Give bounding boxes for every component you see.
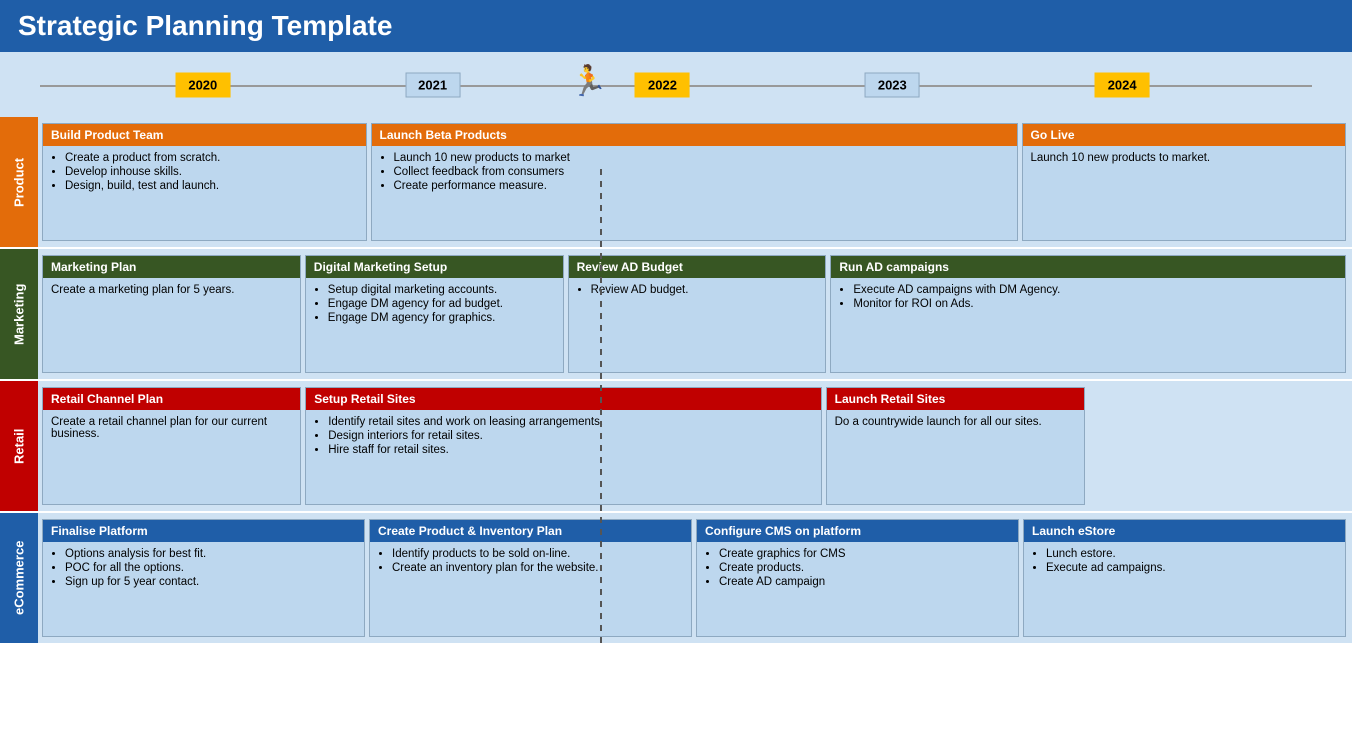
year-2021: 2021 [405,72,460,97]
card-header-setup-retail-sites: Setup Retail Sites [306,388,820,410]
content-area: Product Build Product Team Create a prod… [0,117,1352,645]
list-item: Develop inhouse skills. [65,166,358,178]
row-product: Product Build Product Team Create a prod… [0,117,1352,249]
card-header-configure-cms: Configure CMS on platform [697,520,1018,542]
card-body-launch-estore: Lunch estore. Execute ad campaigns. [1024,542,1345,636]
card-body-digital-marketing-setup: Setup digital marketing accounts. Engage… [306,278,563,372]
list-item: Collect feedback from consumers [394,166,1009,178]
list-item: Create graphics for CMS [719,548,1010,560]
list-item: Review AD budget. [591,284,818,296]
ecommerce-content: Finalise Platform Options analysis for b… [38,513,1352,643]
card-header-run-ad-campaigns: Run AD campaigns [831,256,1345,278]
card-marketing-plan: Marketing Plan Create a marketing plan f… [42,255,301,373]
retail-spacer [1089,387,1346,505]
card-review-ad-budget: Review AD Budget Review AD budget. [568,255,827,373]
list-item: Identify retail sites and work on leasin… [328,416,812,428]
card-body-go-live: Launch 10 new products to market. [1023,146,1346,240]
list-item: Monitor for ROI on Ads. [853,298,1337,310]
row-ecommerce: eCommerce Finalise Platform Options anal… [0,513,1352,645]
card-go-live: Go Live Launch 10 new products to market… [1022,123,1347,241]
card-body-launch-beta-products: Launch 10 new products to market Collect… [372,146,1017,240]
card-body-marketing-plan: Create a marketing plan for 5 years. [43,278,300,372]
card-finalise-platform: Finalise Platform Options analysis for b… [42,519,365,637]
list-item: Engage DM agency for graphics. [328,312,555,324]
card-body-build-product-team: Create a product from scratch. Develop i… [43,146,366,240]
list-item: Design interiors for retail sites. [328,430,812,442]
year-2024: 2024 [1095,72,1150,97]
card-body-retail-channel-plan: Create a retail channel plan for our cur… [43,410,300,504]
list-item: Create a product from scratch. [65,152,358,164]
list-item: Options analysis for best fit. [65,548,356,560]
card-body-create-product-inventory-plan: Identify products to be sold on-line. Cr… [370,542,691,636]
list-item: Design, build, test and launch. [65,180,358,192]
card-run-ad-campaigns: Run AD campaigns Execute AD campaigns wi… [830,255,1346,373]
card-body-run-ad-campaigns: Execute AD campaigns with DM Agency. Mon… [831,278,1345,372]
card-header-launch-beta-products: Launch Beta Products [372,124,1017,146]
list-item: Execute AD campaigns with DM Agency. [853,284,1337,296]
card-header-go-live: Go Live [1023,124,1346,146]
label-retail: Retail [0,381,38,511]
card-header-retail-channel-plan: Retail Channel Plan [43,388,300,410]
card-header-finalise-platform: Finalise Platform [43,520,364,542]
card-build-product-team: Build Product Team Create a product from… [42,123,367,241]
card-digital-marketing-setup: Digital Marketing Setup Setup digital ma… [305,255,564,373]
list-item: POC for all the options. [65,562,356,574]
card-launch-beta-products: Launch Beta Products Launch 10 new produ… [371,123,1018,241]
list-item: Create products. [719,562,1010,574]
row-retail: Retail Retail Channel Plan Create a reta… [0,381,1352,513]
list-item: Execute ad campaigns. [1046,562,1337,574]
product-content: Build Product Team Create a product from… [38,117,1352,247]
card-retail-channel-plan: Retail Channel Plan Create a retail chan… [42,387,301,505]
card-header-digital-marketing-setup: Digital Marketing Setup [306,256,563,278]
card-header-launch-retail-sites: Launch Retail Sites [827,388,1084,410]
year-2022: 2022 [635,72,690,97]
card-header-marketing-plan: Marketing Plan [43,256,300,278]
list-item: Sign up for 5 year contact. [65,576,356,588]
list-item: Create performance measure. [394,180,1009,192]
year-2023: 2023 [865,72,920,97]
page-title: Strategic Planning Template [18,10,392,42]
marketing-content: Marketing Plan Create a marketing plan f… [38,249,1352,379]
card-body-setup-retail-sites: Identify retail sites and work on leasin… [306,410,820,504]
card-header-build-product-team: Build Product Team [43,124,366,146]
row-marketing: Marketing Marketing Plan Create a market… [0,249,1352,381]
label-marketing: Marketing [0,249,38,379]
card-setup-retail-sites: Setup Retail Sites Identify retail sites… [305,387,821,505]
card-body-configure-cms: Create graphics for CMS Create products.… [697,542,1018,636]
card-header-review-ad-budget: Review AD Budget [569,256,826,278]
card-body-launch-retail-sites: Do a countrywide launch for all our site… [827,410,1084,504]
runner-icon: 🏃 [570,64,607,99]
year-2020: 2020 [175,72,230,97]
card-header-create-product-inventory-plan: Create Product & Inventory Plan [370,520,691,542]
list-item: Create AD campaign [719,576,1010,588]
label-ecommerce: eCommerce [0,513,38,643]
card-launch-estore: Launch eStore Lunch estore. Execute ad c… [1023,519,1346,637]
page-header: Strategic Planning Template [0,0,1352,52]
label-product: Product [0,117,38,247]
list-item: Hire staff for retail sites. [328,444,812,456]
retail-content: Retail Channel Plan Create a retail chan… [38,381,1352,511]
card-configure-cms: Configure CMS on platform Create graphic… [696,519,1019,637]
card-launch-retail-sites: Launch Retail Sites Do a countrywide lau… [826,387,1085,505]
timeline-bar: 2020 2021 2022 2023 2024 🏃 [0,52,1352,117]
list-item: Engage DM agency for ad budget. [328,298,555,310]
card-body-review-ad-budget: Review AD budget. [569,278,826,372]
list-item: Launch 10 new products to market [394,152,1009,164]
list-item: Setup digital marketing accounts. [328,284,555,296]
list-item: Create an inventory plan for the website… [392,562,683,574]
card-header-launch-estore: Launch eStore [1024,520,1345,542]
list-item: Identify products to be sold on-line. [392,548,683,560]
card-body-finalise-platform: Options analysis for best fit. POC for a… [43,542,364,636]
dashed-line [600,169,602,645]
card-create-product-inventory-plan: Create Product & Inventory Plan Identify… [369,519,692,637]
list-item: Lunch estore. [1046,548,1337,560]
